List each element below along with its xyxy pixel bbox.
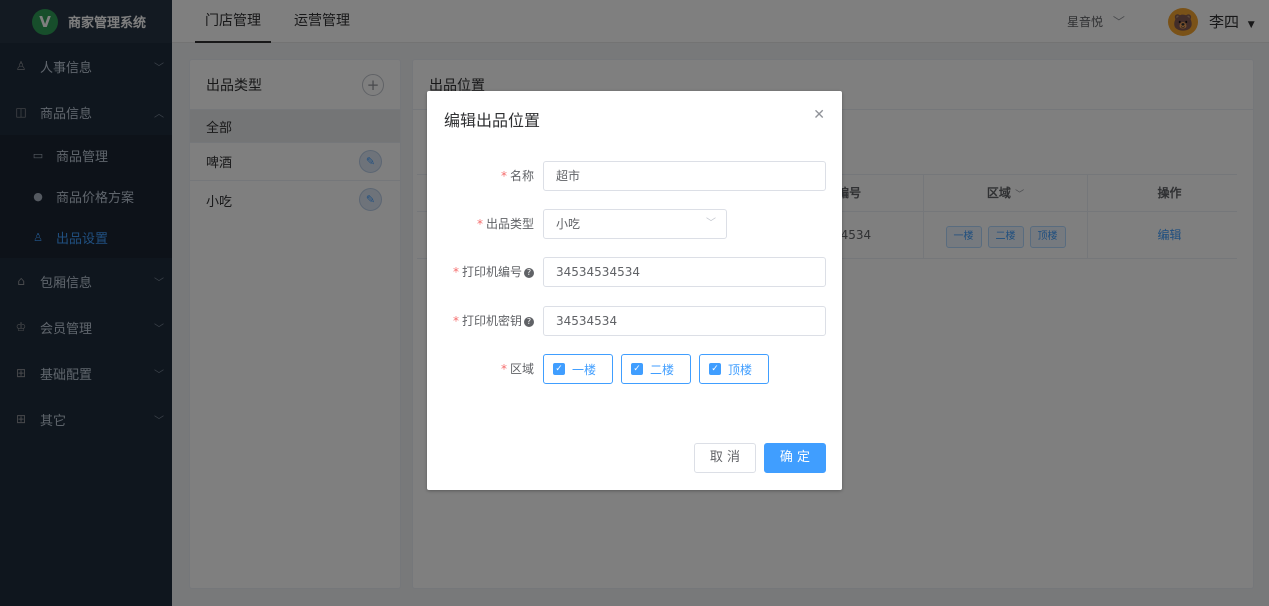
name-input[interactable]: 超市	[543, 161, 826, 191]
form-row-printer-no: * 打印机编号? 34534534534	[427, 257, 842, 287]
cancel-button[interactable]: 取 消	[694, 443, 756, 473]
label-text: 打印机密钥	[461, 314, 522, 328]
type-select-value: 小吃	[556, 217, 581, 231]
close-icon[interactable]: ✕	[813, 107, 825, 123]
required-mark: *	[500, 169, 507, 183]
chevron-down-icon: ﹀	[706, 218, 716, 229]
confirm-button[interactable]: 确 定	[764, 443, 826, 473]
label-text: 名称	[509, 169, 534, 183]
required-mark: *	[476, 217, 483, 231]
required-mark: *	[500, 362, 507, 376]
dialog-title: 编辑出品位置	[444, 111, 541, 130]
field-label: * 名称	[501, 161, 534, 191]
help-icon[interactable]: ?	[524, 267, 534, 278]
field-label: * 区域	[501, 354, 534, 384]
form-row-name: * 名称 超市	[427, 161, 842, 191]
checkbox-checked-icon: ✓	[709, 363, 721, 375]
checkbox-label: 一楼	[572, 362, 597, 377]
printer-key-input[interactable]: 34534534	[543, 306, 826, 336]
printer-no-input[interactable]: 34534534534	[543, 257, 826, 287]
form-row-printer-key: * 打印机密钥? 34534534	[427, 306, 842, 336]
field-label: * 打印机密钥?	[453, 306, 534, 336]
checkbox-label: 二楼	[650, 362, 675, 377]
required-mark: *	[452, 265, 459, 279]
checkbox-label: 顶楼	[728, 362, 753, 377]
edit-output-location-dialog: 编辑出品位置 ✕ * 名称 超市 * 出品类型 小吃 ﹀ * 打印机编号? 34534…	[427, 91, 842, 490]
field-label: * 出品类型	[477, 209, 534, 239]
checkbox-checked-icon: ✓	[553, 363, 565, 375]
label-text: 区域	[509, 362, 534, 376]
form-row-area: * 区域 ✓ 一楼 ✓ 二楼 ✓ 顶楼	[427, 354, 842, 384]
area-checkbox-2f[interactable]: ✓ 二楼	[621, 354, 691, 384]
type-select[interactable]: 小吃 ﹀	[543, 209, 727, 239]
required-mark: *	[452, 314, 459, 328]
area-checkbox-1f[interactable]: ✓ 一楼	[543, 354, 613, 384]
label-text: 打印机编号	[461, 265, 522, 279]
form-row-type: * 出品类型 小吃 ﹀	[427, 209, 842, 239]
help-icon[interactable]: ?	[524, 316, 534, 327]
label-text: 出品类型	[485, 217, 534, 231]
field-label: * 打印机编号?	[453, 257, 534, 287]
checkbox-checked-icon: ✓	[631, 363, 643, 375]
area-checkbox-top[interactable]: ✓ 顶楼	[699, 354, 769, 384]
